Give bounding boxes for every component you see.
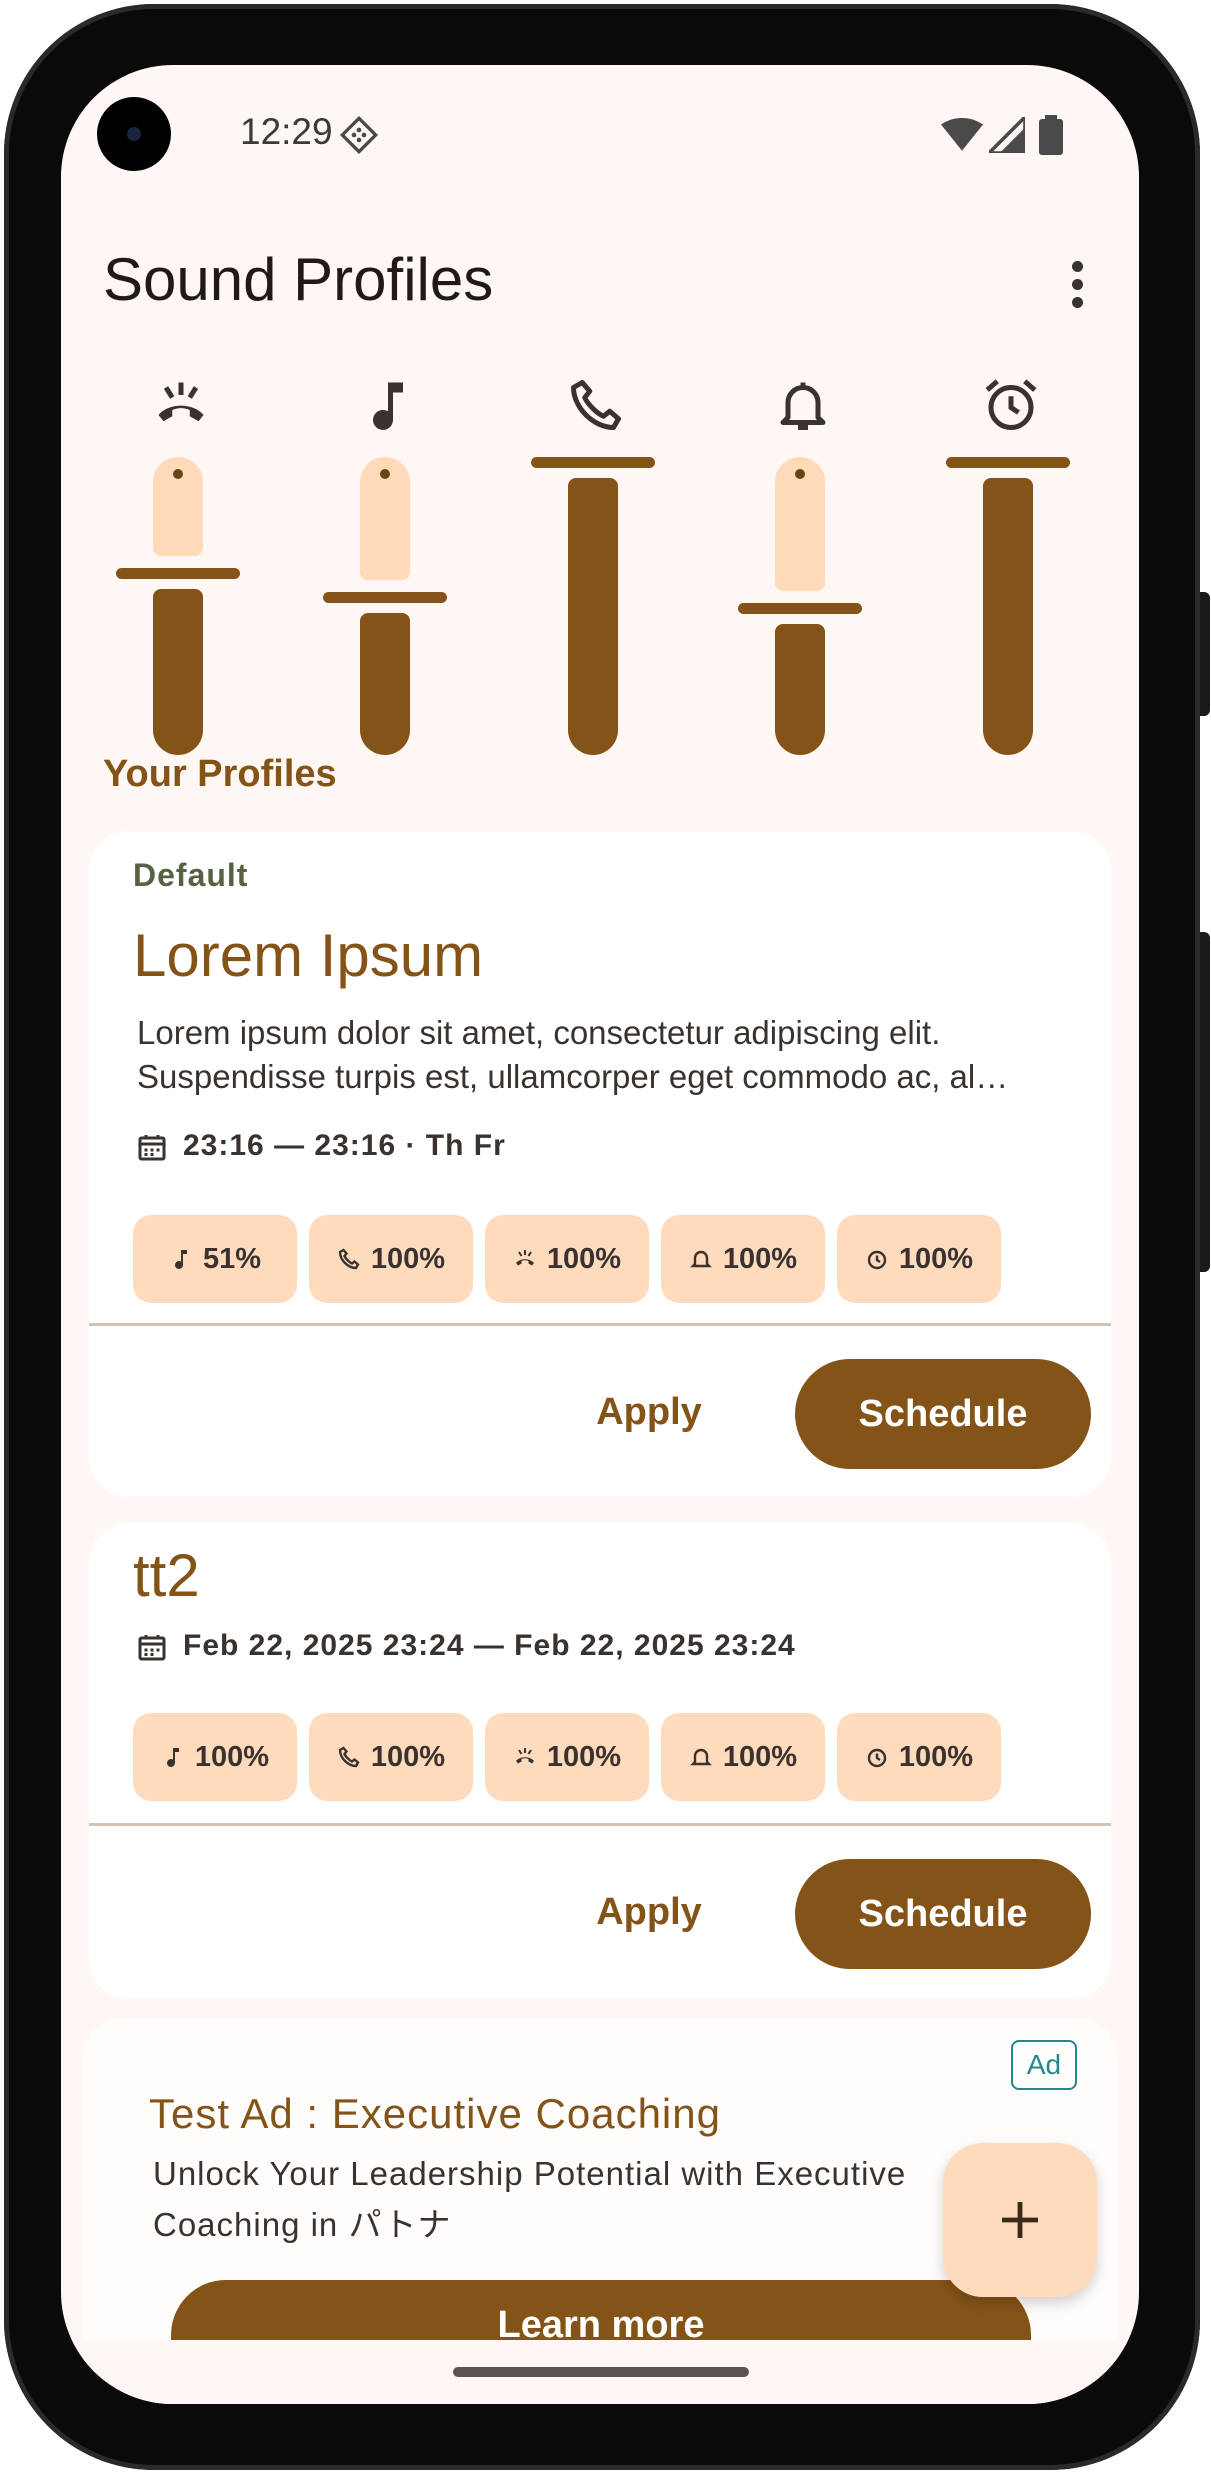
ad-title[interactable]: Test Ad : Executive Coaching bbox=[149, 2090, 721, 2138]
music-note-icon bbox=[166, 1748, 179, 1767]
phone-icon bbox=[571, 380, 621, 430]
call-end-icon bbox=[158, 382, 204, 422]
slider-remaining bbox=[775, 457, 825, 592]
slider-fill bbox=[775, 624, 825, 755]
volume-slider-alarm[interactable] bbox=[941, 375, 1081, 765]
schedule-text: Feb 22, 2025 23:24 — Feb 22, 2025 23:24 bbox=[183, 1629, 796, 1662]
alarm-clock-icon bbox=[867, 1748, 887, 1768]
chip-value: 100% bbox=[546, 1242, 622, 1275]
calendar-icon bbox=[138, 1635, 166, 1661]
wifi-icon bbox=[941, 117, 983, 151]
section-label: Your Profiles bbox=[103, 753, 337, 795]
profile-card[interactable]: Default Lorem Ipsum Lorem ipsum dolor si… bbox=[89, 831, 1111, 1497]
profile-title: tt2 bbox=[133, 1542, 200, 1609]
volume-slider-ring[interactable] bbox=[526, 375, 666, 765]
more-options-icon[interactable] bbox=[1065, 261, 1089, 317]
alarm-clock-icon bbox=[867, 1250, 887, 1270]
phone-icon bbox=[338, 1248, 360, 1270]
screen: 12:29 Sound Profiles Your Profiles Defau… bbox=[61, 65, 1139, 2404]
bell-icon bbox=[690, 1250, 712, 1268]
power-button bbox=[1200, 592, 1210, 716]
chip-ring: 100% bbox=[309, 1713, 473, 1801]
slider-thumb[interactable] bbox=[531, 457, 655, 468]
chip-notification: 100% bbox=[661, 1713, 825, 1801]
chip-call: 100% bbox=[485, 1713, 649, 1801]
ad-body: Unlock Your Leadership Potential with Ex… bbox=[153, 2155, 907, 2243]
volume-slider-notification[interactable] bbox=[733, 375, 873, 765]
music-note-icon bbox=[174, 1250, 187, 1269]
card-divider bbox=[89, 1323, 1111, 1326]
slider-thumb[interactable] bbox=[116, 567, 240, 579]
chip-value: 100% bbox=[370, 1740, 446, 1773]
profile-schedule: Feb 22, 2025 23:24 — Feb 22, 2025 23:24 bbox=[137, 1629, 796, 1663]
add-profile-button[interactable] bbox=[943, 2143, 1097, 2297]
battery-icon bbox=[1039, 115, 1063, 155]
bell-icon bbox=[690, 1748, 712, 1766]
apply-button[interactable]: Apply bbox=[579, 1391, 719, 1434]
chip-notification: 100% bbox=[661, 1215, 825, 1303]
chip-alarm: 100% bbox=[837, 1713, 1001, 1801]
slider-fill bbox=[153, 588, 203, 755]
chip-value: 100% bbox=[370, 1242, 446, 1275]
profile-schedule: 23:16 — 23:16 · Th Fr bbox=[137, 1129, 506, 1163]
apply-button[interactable]: Apply bbox=[579, 1891, 719, 1934]
profile-title: Lorem Ipsum bbox=[133, 922, 484, 989]
status-time: 12:29 bbox=[240, 111, 333, 152]
call-end-icon bbox=[515, 1250, 534, 1266]
volume-chips: 100% 100% 100% 100% 100% bbox=[133, 1713, 1001, 1801]
chip-media: 51% bbox=[133, 1215, 297, 1303]
volume-rocker bbox=[1200, 932, 1210, 1272]
volume-slider-call[interactable] bbox=[111, 375, 251, 765]
default-badge: Default bbox=[133, 857, 249, 893]
bell-icon bbox=[780, 382, 826, 430]
chip-value: 100% bbox=[722, 1242, 798, 1275]
profile-description: Lorem ipsum dolor sit amet, consectetur … bbox=[137, 1014, 1009, 1095]
profile-card[interactable]: tt2 Feb 22, 2025 23:24 — Feb 22, 2025 23… bbox=[89, 1523, 1111, 1999]
chip-value: 100% bbox=[194, 1740, 270, 1773]
alarm-clock-icon bbox=[985, 379, 1037, 430]
plus-icon bbox=[1002, 2202, 1038, 2238]
page-title: Sound Profiles bbox=[103, 246, 494, 313]
phone-icon bbox=[338, 1746, 360, 1768]
chip-value: 51% bbox=[202, 1242, 262, 1275]
chip-value: 100% bbox=[722, 1740, 798, 1773]
schedule-button[interactable]: Schedule bbox=[795, 1359, 1091, 1469]
calendar-icon bbox=[138, 1135, 166, 1161]
slider-remaining bbox=[360, 457, 410, 580]
chip-value: 100% bbox=[546, 1740, 622, 1773]
slider-thumb[interactable] bbox=[738, 603, 862, 615]
chip-call: 100% bbox=[485, 1215, 649, 1303]
ad-badge: Ad bbox=[1011, 2040, 1077, 2090]
cell-signal-icon bbox=[989, 117, 1025, 153]
schedule-button[interactable]: Schedule bbox=[795, 1859, 1091, 1969]
volume-slider-media[interactable] bbox=[318, 375, 458, 765]
home-gesture-bar[interactable] bbox=[453, 2367, 749, 2377]
schedule-text: 23:16 — 23:16 · Th Fr bbox=[183, 1129, 506, 1162]
slider-remaining bbox=[153, 457, 203, 556]
chip-media: 100% bbox=[133, 1713, 297, 1801]
slider-fill bbox=[360, 612, 410, 755]
volume-chips: 51% 100% 100% 100% 100% bbox=[133, 1215, 1001, 1303]
app-notification-icon bbox=[339, 115, 379, 155]
slider-thumb[interactable] bbox=[946, 457, 1070, 468]
slider-fill bbox=[983, 478, 1033, 755]
chip-alarm: 100% bbox=[837, 1215, 1001, 1303]
card-divider bbox=[89, 1823, 1111, 1826]
slider-thumb[interactable] bbox=[323, 591, 447, 603]
music-note-icon bbox=[373, 382, 403, 430]
chip-ring: 100% bbox=[309, 1215, 473, 1303]
chip-value: 100% bbox=[898, 1740, 974, 1773]
call-end-icon bbox=[515, 1748, 534, 1764]
front-camera bbox=[97, 97, 171, 171]
slider-fill bbox=[568, 478, 618, 755]
chip-value: 100% bbox=[898, 1242, 974, 1275]
